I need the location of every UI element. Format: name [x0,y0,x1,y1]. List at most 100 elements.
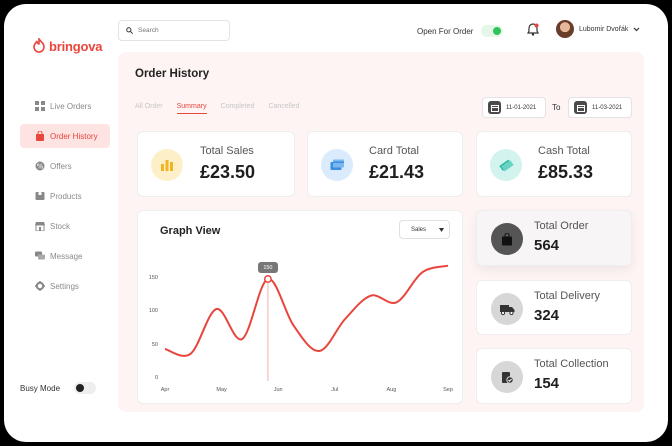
notification-bell-icon[interactable] [527,23,539,41]
toggle-knob [493,27,502,35]
user-menu[interactable]: Lubomir Dvořák [556,20,640,38]
stat-card-cash-total: Cash Total £85.33 [476,131,632,197]
stat-value: 324 [534,307,560,324]
tab-summary[interactable]: Summary [176,103,207,114]
highlight-point[interactable] [263,275,272,283]
x-tick-label: Apr [160,387,170,393]
search-input[interactable] [138,27,218,34]
bag-icon [34,131,45,142]
y-tick-label: 0 [154,375,158,381]
toggle-knob [76,384,85,392]
stat-card-total-collection: Total Collection 154 [476,348,632,404]
sidebar-item-label: Order History [50,131,98,141]
y-tick-label: 150 [148,275,158,281]
calendar-icon [574,101,587,114]
cash-icon [490,149,522,181]
busy-mode: Busy Mode [20,382,97,394]
sales-line-chart [164,264,449,381]
y-tick-label: 50 [151,341,158,348]
date-to-label: To [552,103,561,112]
order-tabs: All Order Summary Completed Cancelled [135,103,300,114]
tab-all-order[interactable]: All Order [135,103,163,114]
graph-title: Graph View [160,225,221,237]
stat-value: 154 [534,375,560,392]
sidebar-item-stock[interactable]: Stock [20,214,110,238]
stat-label: Card Total [369,145,419,157]
brand-name: bringova [49,38,103,54]
x-tick-label: Sep [443,387,453,393]
sidebar-item-settings[interactable]: Settings [20,274,110,298]
stat-value: 564 [534,237,560,254]
y-tick-label: 100 [148,308,158,315]
avatar [556,20,574,38]
calendar-icon [488,101,501,114]
date-from-value: 11-01-2021 [506,104,537,111]
search-icon [126,27,133,34]
sales-series-line [164,264,449,357]
sidebar-item-label: Offers [50,161,72,171]
shopping-bag-icon [491,223,523,255]
sidebar-item-label: Stock [50,221,71,231]
chart-tooltip: 150 [257,262,278,273]
stat-label: Total Delivery [534,290,601,302]
stat-label: Total Collection [534,358,609,370]
box-icon [34,191,45,202]
collection-icon [491,361,523,393]
tab-cancelled[interactable]: Cancelled [268,103,299,114]
x-tick-label: Aug [386,387,397,393]
grid-icon [34,101,45,112]
store-icon [34,221,45,232]
sidebar-item-message[interactable]: Message [20,244,110,268]
date-to-picker[interactable]: 11-03-2021 [568,97,632,118]
busy-mode-label: Busy Mode [20,383,61,393]
stat-label: Cash Total [538,145,590,157]
tab-completed[interactable]: Completed [221,103,255,114]
stat-card-total-sales: Total Sales £23.50 [137,131,295,197]
svg-text:%: % [36,163,43,171]
stat-card-total-delivery: Total Delivery 324 [476,280,632,335]
date-to-value: 11-03-2021 [592,104,623,111]
sidebar-item-label: Live Orders [50,101,92,111]
gear-icon [34,281,45,292]
page-title: Order History [135,68,210,80]
graph-metric-select[interactable]: Sales [399,220,450,239]
open-for-order-toggle[interactable] [481,25,504,37]
app-window: bringova Live Orders Order History % Off… [4,4,668,442]
bar-chart-icon [151,149,183,181]
x-tick-label: Jun [273,387,283,393]
chevron-down-icon [633,27,640,31]
stat-card-card-total: Card Total £21.43 [307,131,463,197]
open-for-order-label: Open For Order [417,26,474,36]
graph-card: Graph View Sales 0 50 100 150 Apr May Jun Jul A… [137,210,463,404]
sidebar-nav: Live Orders Order History % Offers Produ… [20,94,110,304]
sidebar-item-order-history[interactable]: Order History [20,124,110,148]
x-tick-label: Jul [331,387,339,393]
stat-value: £23.50 [200,162,256,182]
chat-icon [34,251,45,262]
stat-label: Total Order [534,220,589,232]
stat-label: Total Sales [200,145,254,157]
search-box[interactable] [118,20,230,41]
caret-down-icon [439,227,444,232]
sidebar-item-label: Products [50,191,82,201]
busy-mode-toggle[interactable] [74,382,97,394]
open-for-order: Open For Order [417,25,504,37]
sidebar-item-products[interactable]: Products [20,184,110,208]
logo-mark-icon [33,38,45,53]
sidebar-item-live-orders[interactable]: Live Orders [20,94,110,118]
brand-logo[interactable]: bringova [32,38,102,54]
date-from-picker[interactable]: 11-01-2021 [482,97,546,118]
stat-value: £21.43 [369,162,425,182]
sidebar-item-label: Settings [50,281,79,291]
stat-value: £85.33 [538,162,594,182]
sidebar-item-offers[interactable]: % Offers [20,154,110,178]
sidebar-item-label: Message [50,251,83,261]
tag-icon: % [34,161,45,172]
graph-metric-value: Sales [411,226,427,233]
credit-card-icon [321,149,353,181]
delivery-truck-icon [491,293,523,325]
user-name: Lubomir Dvořák [579,25,629,33]
stat-card-total-order: Total Order 564 [476,210,632,266]
main-panel: Order History All Order Summary Complete… [118,52,644,412]
x-tick-label: May [216,387,227,393]
